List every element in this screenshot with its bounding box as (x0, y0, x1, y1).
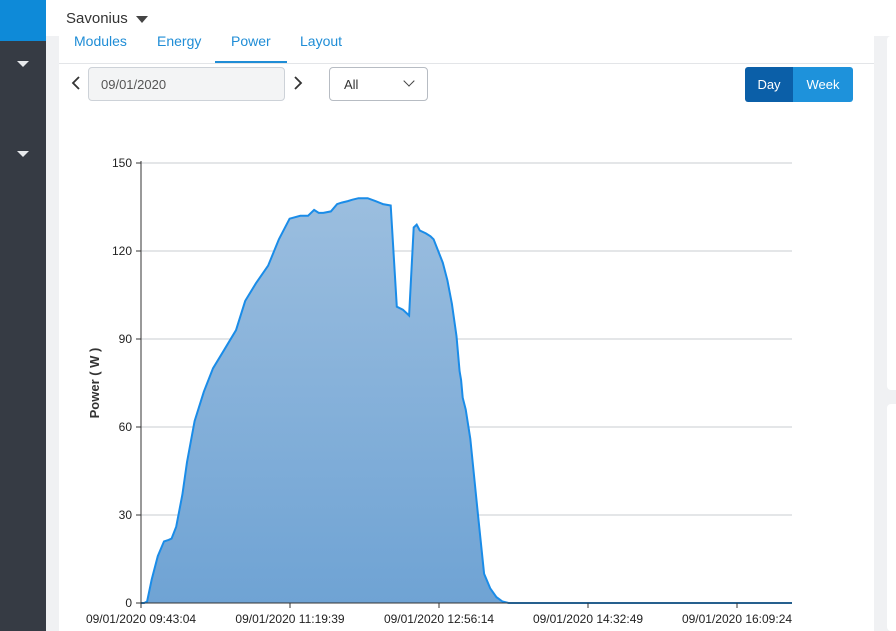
y-axis-label: Power ( W ) (87, 348, 102, 419)
x-tick-label: 09/01/2020 14:32:49 (533, 612, 643, 626)
x-tick-label: 09/01/2020 09:43:04 (86, 612, 196, 626)
y-tick-label: 120 (112, 244, 132, 258)
y-tick-label: 90 (119, 332, 133, 346)
y-tick-label: 0 (125, 596, 132, 610)
power-area (141, 198, 792, 603)
y-tick-label: 30 (119, 508, 133, 522)
x-tick-label: 09/01/2020 11:19:39 (235, 612, 345, 626)
y-tick-label: 60 (119, 420, 133, 434)
power-chart: 0 30 60 90 120 150 09/01/2020 09:43:04 09/01/20… (86, 156, 792, 626)
x-tick-label: 09/01/2020 16:09:24 (682, 612, 792, 626)
x-tick-label: 09/01/2020 12:56:14 (384, 612, 494, 626)
y-tick-label: 150 (112, 156, 132, 170)
